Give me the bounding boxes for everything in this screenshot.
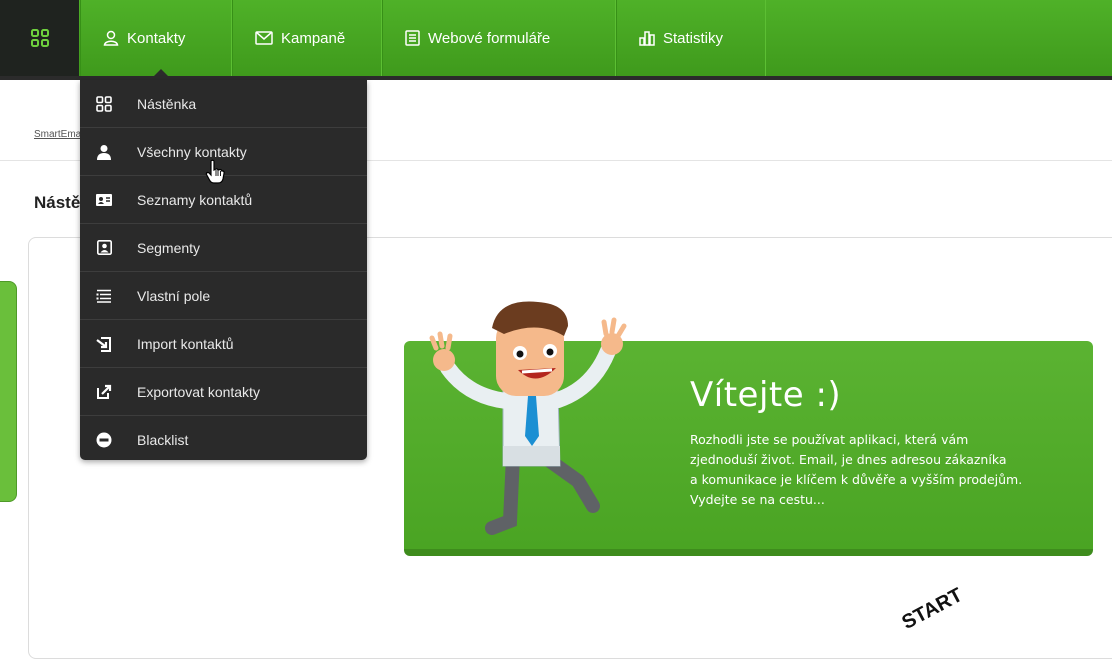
breadcrumb[interactable]: SmartEma: [34, 129, 81, 140]
mail-icon: [255, 31, 273, 45]
nav-webove-formulare-label: Webové formuláře: [428, 29, 551, 47]
minus-circle-icon: [94, 430, 114, 450]
menu-item-vlastni-pole[interactable]: Vlastní pole: [80, 272, 367, 320]
nav-statistiky-label: Statistiky: [663, 29, 724, 47]
feedback-side-tab[interactable]: [0, 281, 17, 502]
export-icon: [94, 382, 114, 402]
contact-card-icon: [94, 190, 114, 210]
mascot-illustration: [429, 301, 627, 535]
menu-item-import-kontaktu[interactable]: Import kontaktů: [80, 320, 367, 368]
welcome-text: Rozhodli jste se používat aplikaci, kter…: [690, 430, 1070, 510]
import-icon: [94, 334, 114, 354]
nav-kampane[interactable]: Kampaně: [232, 0, 382, 76]
portrait-icon: [94, 238, 114, 258]
menu-item-nastenka[interactable]: Nástěnka: [80, 80, 367, 128]
nav-kontakty-label: Kontakty: [127, 29, 186, 47]
welcome-title: Vítejte :): [690, 375, 842, 415]
hand-cursor-icon: [205, 159, 225, 184]
list-icon: [94, 286, 114, 306]
menu-item-label: Vlastní pole: [137, 287, 211, 304]
menu-item-label: Všechny kontakty: [137, 143, 247, 160]
kontakty-dropdown-menu: Nástěnka Všechny kontakty Seznamy kontak…: [80, 80, 367, 460]
nav-webove-formulare[interactable]: Webové formuláře: [382, 0, 616, 76]
welcome-line: Vydejte se na cestu...: [690, 492, 825, 507]
menu-item-label: Segmenty: [137, 239, 201, 256]
menu-item-blacklist[interactable]: Blacklist: [80, 416, 367, 464]
welcome-line: a komunikace je klíčem k důvěře a vyšším…: [690, 472, 1023, 487]
home-button[interactable]: [0, 0, 79, 80]
bar-chart-icon: [639, 31, 655, 46]
menu-item-label: Import kontaktů: [137, 335, 234, 352]
grid-icon: [30, 29, 49, 47]
menu-item-label: Blacklist: [137, 432, 189, 448]
nav-kontakty[interactable]: Kontakty: [80, 0, 232, 77]
form-icon: [405, 30, 420, 46]
welcome-line: zjednoduší život. Email, je dnes adresou…: [690, 452, 1007, 467]
person-icon: [94, 142, 114, 162]
grid-icon: [94, 94, 114, 114]
menu-item-label: Seznamy kontaktů: [137, 191, 253, 208]
nav-kampane-label: Kampaně: [281, 29, 346, 47]
menu-item-label: Exportovat kontakty: [137, 383, 260, 400]
menu-item-exportovat-kontakty[interactable]: Exportovat kontakty: [80, 368, 367, 416]
user-icon: [103, 30, 119, 46]
welcome-line: Rozhodli jste se používat aplikaci, kter…: [690, 432, 969, 447]
menu-item-label: Nástěnka: [137, 95, 197, 112]
page-title: Nástě: [34, 193, 81, 212]
nav-statistiky[interactable]: Statistiky: [616, 0, 766, 76]
menu-item-segmenty[interactable]: Segmenty: [80, 224, 367, 272]
